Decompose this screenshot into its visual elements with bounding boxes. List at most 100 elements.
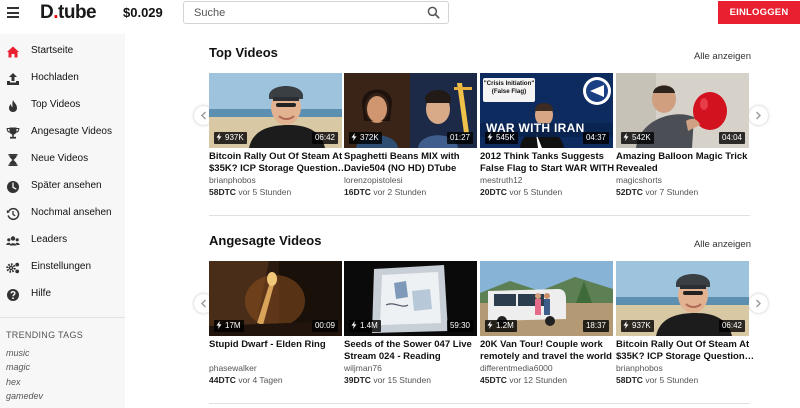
video-value: 58DTC <box>209 187 236 197</box>
search-input[interactable] <box>184 2 424 23</box>
video-author[interactable]: magicshorts <box>616 175 662 185</box>
gears-icon <box>6 262 20 274</box>
menu-icon[interactable] <box>7 7 19 18</box>
video-card[interactable]: 17M 00:09 Stupid Dwarf - Elden Ring phas… <box>209 261 342 387</box>
video-card[interactable]: 1.2M 18:37 20K Van Tour! Couple work rem… <box>480 261 613 387</box>
bolt-icon <box>351 133 357 141</box>
video-thumbnail[interactable]: 937K 06:42 <box>209 73 342 148</box>
video-thumbnail[interactable]: 542K 04:04 <box>616 73 749 148</box>
sidebar-item-watch-again[interactable]: Nochmal ansehen <box>0 201 125 227</box>
video-author[interactable]: wiljman76 <box>344 363 382 373</box>
upload-icon <box>7 73 19 85</box>
sidebar-item-label: Angesagte Videos <box>31 126 112 137</box>
tag-link[interactable]: music <box>6 348 30 358</box>
dtc-balance: $0.029 <box>123 5 163 20</box>
trending-tags-title: TRENDING TAGS <box>6 330 84 340</box>
video-thumbnail[interactable]: "Crisis Initiation" (False Flag) WAR WITH… <box>480 73 613 148</box>
search-box <box>183 1 449 24</box>
video-title[interactable]: 2012 Think Tanks Suggests False Flag to … <box>480 151 620 175</box>
sidebar-item-top-videos[interactable]: Top Videos <box>0 93 125 119</box>
sidebar-item-home[interactable]: Startseite <box>0 39 125 65</box>
video-meta: 16DTC vor 2 Stunden <box>344 187 426 197</box>
video-age: vor 5 Stunden <box>238 187 292 197</box>
duration-badge: 00:09 <box>311 320 338 332</box>
section-title-trending-videos: Angesagte Videos <box>209 233 322 248</box>
video-title[interactable]: Bitcoin Rally Out Of Steam At $35K? ICP … <box>616 339 756 363</box>
video-author[interactable]: phasewalker <box>209 363 257 373</box>
video-author[interactable]: lorenzopistolesi <box>344 175 403 185</box>
views-badge: 542K <box>621 132 654 144</box>
sidebar-divider <box>0 317 125 318</box>
login-button[interactable]: EINLOGGEN <box>718 1 800 24</box>
sidebar-item-label: Neue Videos <box>31 153 89 164</box>
video-value: 58DTC <box>616 375 643 385</box>
sidebar-item-watch-later[interactable]: Später ansehen <box>0 174 125 200</box>
bolt-icon <box>487 321 493 329</box>
see-all-top-videos-link[interactable]: Alle anzeigen <box>694 51 751 62</box>
video-meta: 44DTC vor 4 Tagen <box>209 375 283 385</box>
history-icon <box>6 207 20 221</box>
bolt-icon <box>351 321 357 329</box>
video-meta: 45DTC vor 12 Stunden <box>480 375 567 385</box>
video-card[interactable]: 372K 01:27 Spaghetti Beans MIX with Davi… <box>344 73 477 199</box>
video-title[interactable]: Bitcoin Rally Out Of Steam At $35K? ICP … <box>209 151 349 175</box>
section-divider <box>209 215 750 216</box>
duration-badge: 06:42 <box>718 320 745 332</box>
video-meta: 58DTC vor 5 Stunden <box>616 375 698 385</box>
video-thumbnail[interactable]: 1.2M 18:37 <box>480 261 613 336</box>
video-card[interactable]: "Crisis Initiation" (False Flag) WAR WITH… <box>480 73 614 199</box>
sidebar-item-upload[interactable]: Hochladen <box>0 66 125 92</box>
flame-icon <box>9 100 17 112</box>
video-thumbnail[interactable]: 1.4M 59:30 <box>344 261 477 336</box>
carousel-next-button[interactable] <box>749 294 768 313</box>
trophy-icon <box>6 127 20 139</box>
users-icon <box>6 236 20 246</box>
sidebar: Startseite Hochladen Top Videos Angesagt… <box>0 34 125 408</box>
video-title[interactable]: Stupid Dwarf - Elden Ring <box>209 339 349 351</box>
duration-badge: 59:30 <box>446 320 473 332</box>
sidebar-item-leaders[interactable]: Leaders <box>0 228 125 254</box>
video-age: vor 12 Stunden <box>509 375 567 385</box>
video-meta: 58DTC vor 5 Stunden <box>209 187 291 197</box>
tag-link[interactable]: hex <box>6 377 21 387</box>
video-thumbnail[interactable]: 372K 01:27 <box>344 73 477 148</box>
section-title-top-videos: Top Videos <box>209 45 278 60</box>
video-author[interactable]: brianphobos <box>209 175 256 185</box>
video-age: vor 4 Tagen <box>238 375 283 385</box>
video-card[interactable]: 937K 06:42 Bitcoin Rally Out Of Steam At… <box>616 261 754 387</box>
views-badge: 372K <box>349 132 382 144</box>
video-title[interactable]: Seeds of the Sower 047 Live Stream 024 -… <box>344 339 484 363</box>
video-thumbnail[interactable]: 937K 06:42 <box>616 261 749 336</box>
video-meta: 39DTC vor 15 Stunden <box>344 375 431 385</box>
top-bar: D.tube $0.029 EINLOGGEN <box>0 0 800 26</box>
video-author[interactable]: brianphobos <box>616 363 663 373</box>
chevron-left-icon <box>201 299 206 308</box>
video-thumbnail[interactable]: 17M 00:09 <box>209 261 342 336</box>
video-title[interactable]: Amazing Balloon Magic Trick Revealed <box>616 151 756 175</box>
search-icon[interactable] <box>427 6 440 19</box>
sidebar-item-settings[interactable]: Einstellungen <box>0 255 125 281</box>
video-author[interactable]: differentmedia6000 <box>480 363 553 373</box>
dtube-logo[interactable]: D.tube <box>40 2 97 24</box>
video-author[interactable]: mestruth12 <box>480 175 523 185</box>
video-title[interactable]: Spaghetti Beans MIX with Davie504 (NO HD… <box>344 151 484 175</box>
video-title[interactable]: 20K Van Tour! Couple work remotely and t… <box>480 339 620 363</box>
video-card[interactable]: 937K 06:42 Bitcoin Rally Out Of Steam At… <box>209 73 347 199</box>
bolt-icon <box>216 133 222 141</box>
sidebar-item-label: Startseite <box>31 45 74 56</box>
duration-badge: 04:04 <box>718 132 745 144</box>
home-icon <box>7 46 19 58</box>
clock-icon <box>7 181 19 193</box>
video-card[interactable]: 542K 04:04 Amazing Balloon Magic Trick R… <box>616 73 749 199</box>
video-value: 52DTC <box>616 187 643 197</box>
video-card[interactable]: 1.4M 59:30 Seeds of the Sower 047 Live S… <box>344 261 477 387</box>
sidebar-item-trending[interactable]: Angesagte Videos <box>0 120 125 146</box>
sidebar-item-new-videos[interactable]: Neue Videos <box>0 147 125 173</box>
tag-link[interactable]: gamedev <box>6 391 43 401</box>
bolt-icon <box>623 321 629 329</box>
see-all-trending-videos-link[interactable]: Alle anzeigen <box>694 239 751 250</box>
sidebar-item-help[interactable]: Hilfe <box>0 282 125 308</box>
video-value: 44DTC <box>209 375 236 385</box>
carousel-next-button[interactable] <box>749 106 768 125</box>
tag-link[interactable]: magic <box>6 362 30 372</box>
